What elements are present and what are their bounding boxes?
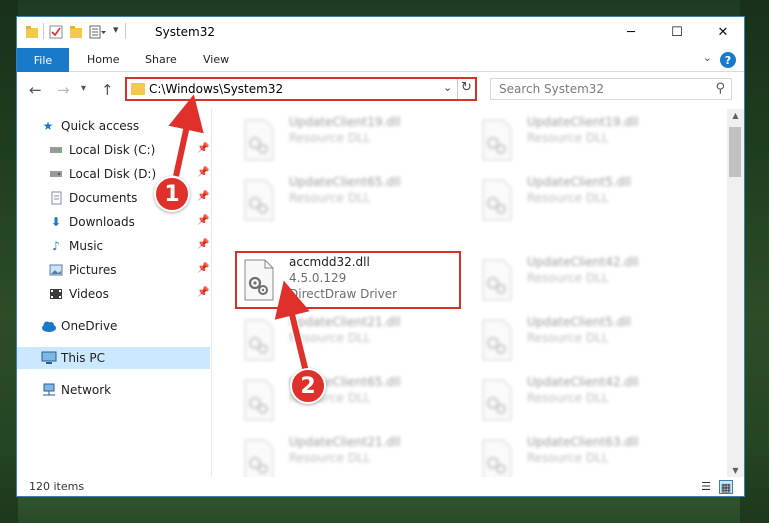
- arrow-2: [274, 280, 310, 373]
- arrow-1: [168, 94, 204, 177]
- step-badge-1: 1: [154, 176, 190, 212]
- annotation-arrows: [168, 94, 311, 377]
- step-badge-2: 2: [290, 368, 326, 404]
